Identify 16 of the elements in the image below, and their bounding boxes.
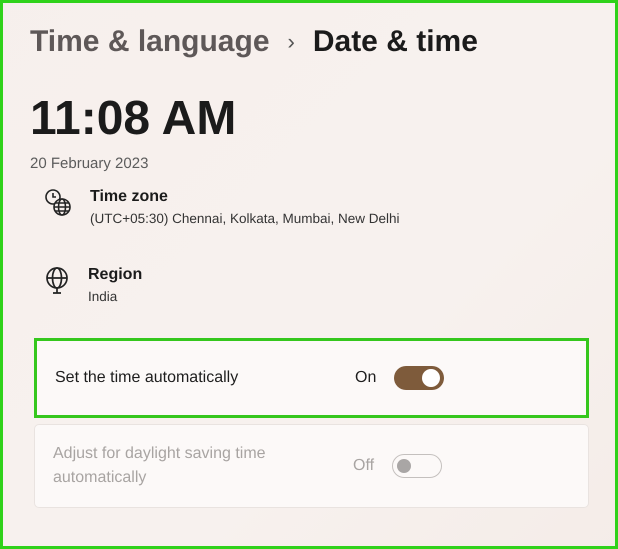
- current-time: 11:08 AM: [30, 95, 238, 143]
- info-value: India: [88, 289, 118, 304]
- toggle-switch[interactable]: [394, 366, 444, 390]
- current-date: 20 February 2023: [30, 155, 150, 172]
- info-title: Region: [88, 266, 142, 284]
- breadcrumb-separator: ›: [288, 29, 295, 55]
- info-title: Time zone: [90, 188, 169, 206]
- globe-icon: [44, 266, 70, 294]
- page-title: Date & time: [312, 25, 478, 59]
- setting-label: Adjust for daylight saving time automatically: [53, 444, 267, 488]
- toggle-state-text: Off: [353, 457, 374, 475]
- breadcrumb-parent-link[interactable]: Time & language: [30, 25, 270, 59]
- toggle-state-text: On: [355, 369, 376, 387]
- info-value: (UTC+05:30) Chennai, Kolkata, Mumbai, New Delhi: [90, 211, 400, 226]
- setting-label: Set the time automatically: [55, 368, 240, 388]
- clock-globe-icon: [44, 188, 72, 218]
